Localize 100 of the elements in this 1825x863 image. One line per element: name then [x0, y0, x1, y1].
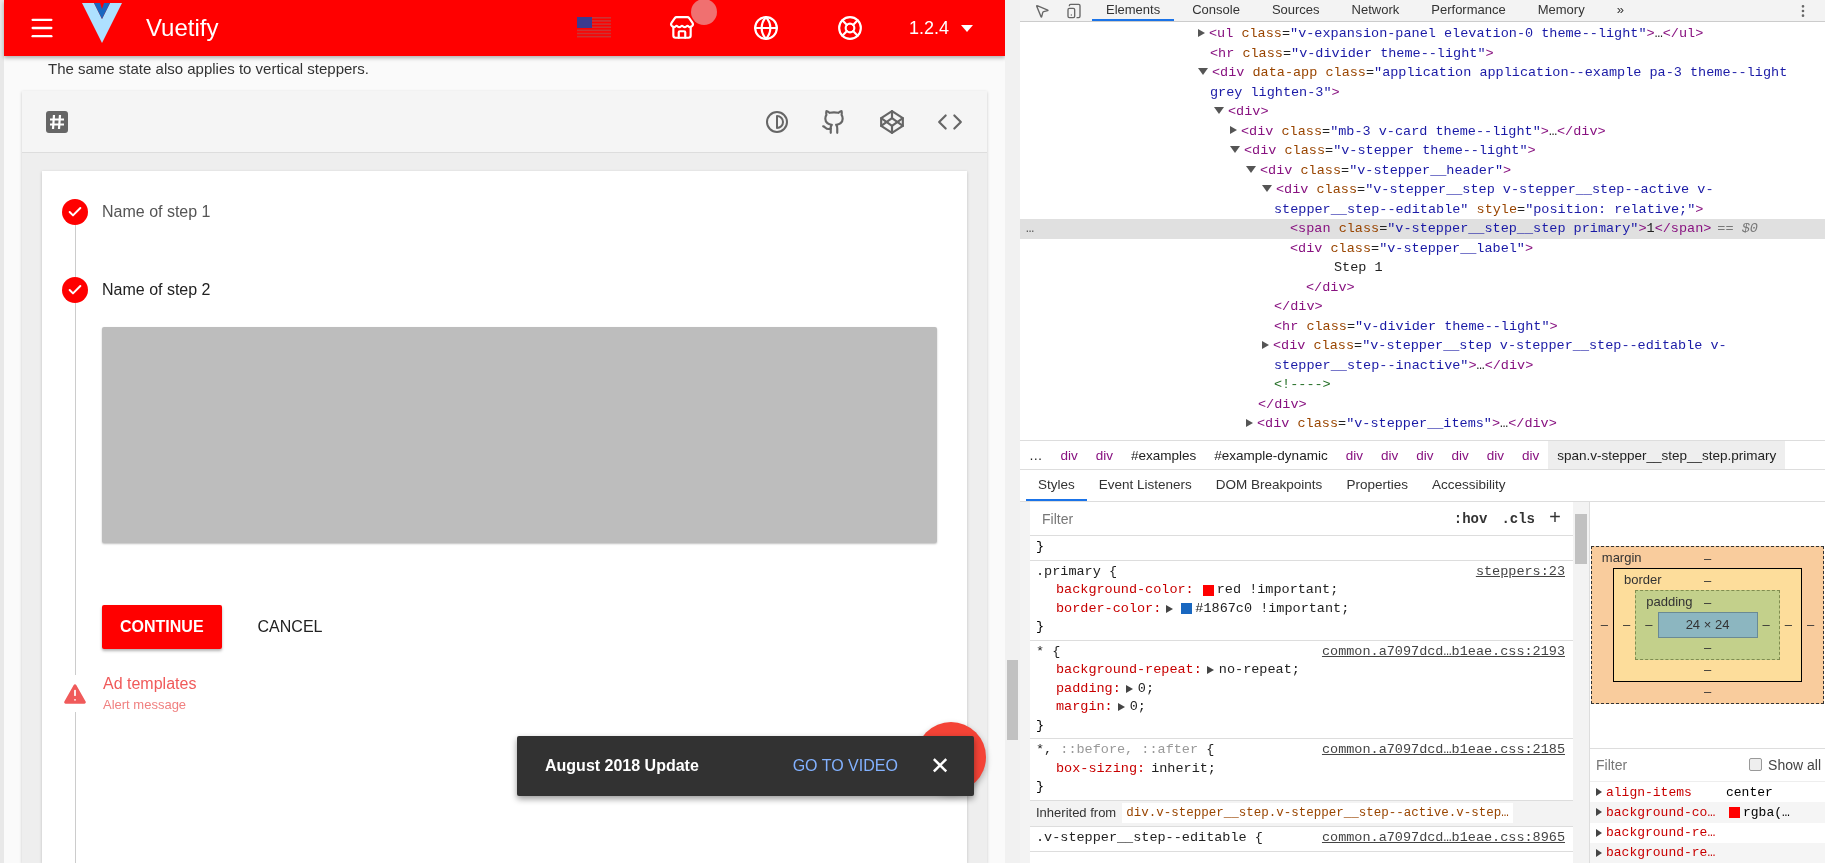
expand-arrow-icon[interactable]: [1246, 418, 1253, 427]
inherited-selector[interactable]: div.v-stepper__step.v-stepper__step--active.v-step…: [1122, 802, 1513, 823]
globe-icon[interactable]: [752, 15, 779, 41]
breadcrumb-item[interactable]: div: [1336, 441, 1372, 469]
logo-icon[interactable]: [80, 1, 124, 45]
expand-arrow-icon[interactable]: [1206, 666, 1214, 675]
more-icon[interactable]: …: [1026, 219, 1035, 239]
contrast-icon[interactable]: [765, 109, 789, 134]
expand-arrow-icon[interactable]: [1117, 703, 1125, 712]
expand-arrow-icon[interactable]: [1262, 185, 1272, 193]
pane-tab[interactable]: Properties: [1334, 470, 1420, 501]
source-link[interactable]: steppers:23: [1475, 562, 1565, 581]
computed-property-name[interactable]: background-co…: [1606, 804, 1726, 820]
color-swatch[interactable]: [1181, 603, 1193, 615]
box-value: –: [1644, 616, 1654, 635]
expand-arrow-icon[interactable]: [1596, 808, 1602, 817]
go-to-video-link[interactable]: GO TO VIDEO: [786, 756, 904, 776]
step-header[interactable]: Name of step 1: [62, 199, 937, 225]
property-name[interactable]: box-sizing:: [1056, 759, 1146, 778]
expand-arrow-icon[interactable]: [1198, 68, 1208, 76]
version-menu[interactable]: 1.2.4: [900, 17, 981, 39]
property-value[interactable]: 0;: [1129, 698, 1146, 717]
property-value[interactable]: #1867c0 !important;: [1195, 599, 1350, 618]
breadcrumb-item[interactable]: div: [1512, 441, 1549, 469]
dom-node[interactable]: <div class="mb-3 v-card theme--light">…</div>: [1242, 121, 1606, 141]
property-value[interactable]: red !important;: [1216, 581, 1339, 600]
expand-arrow-icon[interactable]: [1230, 146, 1240, 154]
pane-tab[interactable]: Accessibility: [1419, 470, 1518, 501]
expand-arrow-icon[interactable]: [1166, 604, 1174, 613]
dom-node[interactable]: <div class="v-stepper theme--light">: [1242, 141, 1536, 161]
dom-node[interactable]: <div class="v-stepper__label">: [1290, 238, 1534, 258]
devtools-tab[interactable]: Console: [1178, 0, 1254, 21]
cancel-button[interactable]: CANCEL: [239, 605, 341, 649]
breadcrumb-item[interactable]: div: [1371, 441, 1408, 469]
dom-comment[interactable]: <!---->: [1274, 375, 1331, 395]
computed-property-name[interactable]: background-re…: [1606, 825, 1726, 841]
source-link[interactable]: common.a7097dcd…b1eae.css:2185: [1321, 741, 1565, 760]
pane-tab[interactable]: Styles: [1026, 470, 1087, 501]
dom-node[interactable]: <hr class="v-divider theme--light">: [1274, 316, 1558, 336]
expand-arrow-icon[interactable]: [1262, 340, 1269, 349]
breadcrumb-item[interactable]: #examples: [1122, 441, 1206, 469]
dom-node[interactable]: <div class="v-stepper__items">…</div>: [1258, 414, 1557, 434]
dom-node[interactable]: <hr class="v-divider theme--light">: [1210, 43, 1494, 63]
property-value[interactable]: inherit;: [1151, 759, 1216, 778]
check-circle-icon: [62, 277, 88, 303]
continue-button[interactable]: CONTINUE: [102, 605, 222, 649]
property-value[interactable]: no-repeat;: [1218, 661, 1300, 680]
dom-text[interactable]: Step 1: [1334, 258, 1383, 278]
dom-node[interactable]: <div>: [1226, 102, 1269, 122]
breadcrumb-item[interactable]: div: [1477, 441, 1513, 469]
breadcrumb-item[interactable]: div: [1407, 441, 1443, 469]
github-icon[interactable]: [821, 108, 847, 135]
store-icon[interactable]: [668, 15, 695, 41]
pane-tab[interactable]: DOM Breakpoints: [1203, 470, 1335, 501]
expand-arrow-icon[interactable]: [1230, 126, 1237, 135]
pane-tab[interactable]: Event Listeners: [1086, 470, 1204, 501]
expand-arrow-icon[interactable]: [1198, 28, 1205, 37]
devtools-tab[interactable]: Sources: [1257, 0, 1334, 21]
color-swatch[interactable]: [1202, 584, 1214, 596]
expand-arrow-icon[interactable]: [1596, 848, 1602, 857]
breadcrumb-item[interactable]: span.v-stepper__step__step.primary: [1548, 441, 1786, 469]
property-value[interactable]: 0;: [1137, 679, 1154, 698]
property-name[interactable]: background-repeat:: [1056, 661, 1202, 680]
lifebuoy-icon[interactable]: [836, 15, 863, 41]
property-name[interactable]: margin:: [1056, 698, 1113, 717]
devtools-tab[interactable]: Memory: [1523, 0, 1599, 21]
devtools-tab[interactable]: Performance: [1417, 0, 1520, 21]
source-link[interactable]: common.a7097dcd…b1eae.css:8965: [1321, 829, 1565, 848]
dom-node[interactable]: <span class="v-stepper__step__step primary">1</span>: [1290, 219, 1712, 239]
property-name[interactable]: padding:: [1056, 679, 1121, 698]
hash-icon[interactable]: [46, 110, 68, 133]
dom-node[interactable]: <div class="v-stepper__header">: [1258, 160, 1512, 180]
dom-node[interactable]: <div class="v-stepper__step v-stepper__step--active v-stepper__step--editable" style="position: relative;">: [1274, 180, 1815, 219]
class-button[interactable]: .cls: [1501, 510, 1535, 527]
property-name[interactable]: border-color:: [1056, 599, 1162, 618]
new-rule-button[interactable]: +: [1549, 507, 1561, 530]
property-name[interactable]: background-color:: [1056, 581, 1194, 600]
expand-arrow-icon[interactable]: [1246, 165, 1256, 173]
breadcrumb-item[interactable]: div: [1086, 441, 1123, 469]
dom-node[interactable]: <div data-app class="application application--example pa-3 theme--light grey lighten-3">: [1210, 63, 1815, 102]
expand-arrow-icon[interactable]: [1214, 107, 1224, 115]
breadcrumb-item[interactable]: …: [1020, 441, 1052, 469]
codepen-icon[interactable]: [879, 108, 905, 135]
more-tabs-button[interactable]: »: [1602, 0, 1638, 21]
computed-property-name[interactable]: align-items: [1606, 784, 1726, 800]
breadcrumb-item[interactable]: #example-dynamic: [1205, 441, 1337, 469]
source-link[interactable]: common.a7097dcd…b1eae.css:2193: [1321, 642, 1565, 661]
expand-arrow-icon[interactable]: [1596, 828, 1602, 837]
expand-arrow-icon[interactable]: [1125, 684, 1133, 693]
dom-node[interactable]: <ul class="v-expansion-panel elevation-0 theme--light">…</ul>: [1210, 24, 1704, 44]
hover-state-button[interactable]: :hov: [1453, 510, 1488, 527]
breadcrumb-item[interactable]: div: [1442, 441, 1478, 469]
breadcrumb-item[interactable]: div: [1051, 441, 1087, 469]
close-button[interactable]: ✕: [929, 752, 950, 780]
expand-arrow-icon[interactable]: [1596, 788, 1602, 797]
dom-node[interactable]: <div class="v-stepper__step v-stepper__step--editable v-stepper__step--inactive">…</div>: [1274, 336, 1815, 375]
devtools-tab[interactable]: Elements: [1092, 0, 1175, 21]
devtools-tab[interactable]: Network: [1337, 0, 1414, 21]
step-header[interactable]: Name of step 2: [62, 277, 937, 303]
show-all-checkbox[interactable]: Show all: [1749, 756, 1821, 773]
